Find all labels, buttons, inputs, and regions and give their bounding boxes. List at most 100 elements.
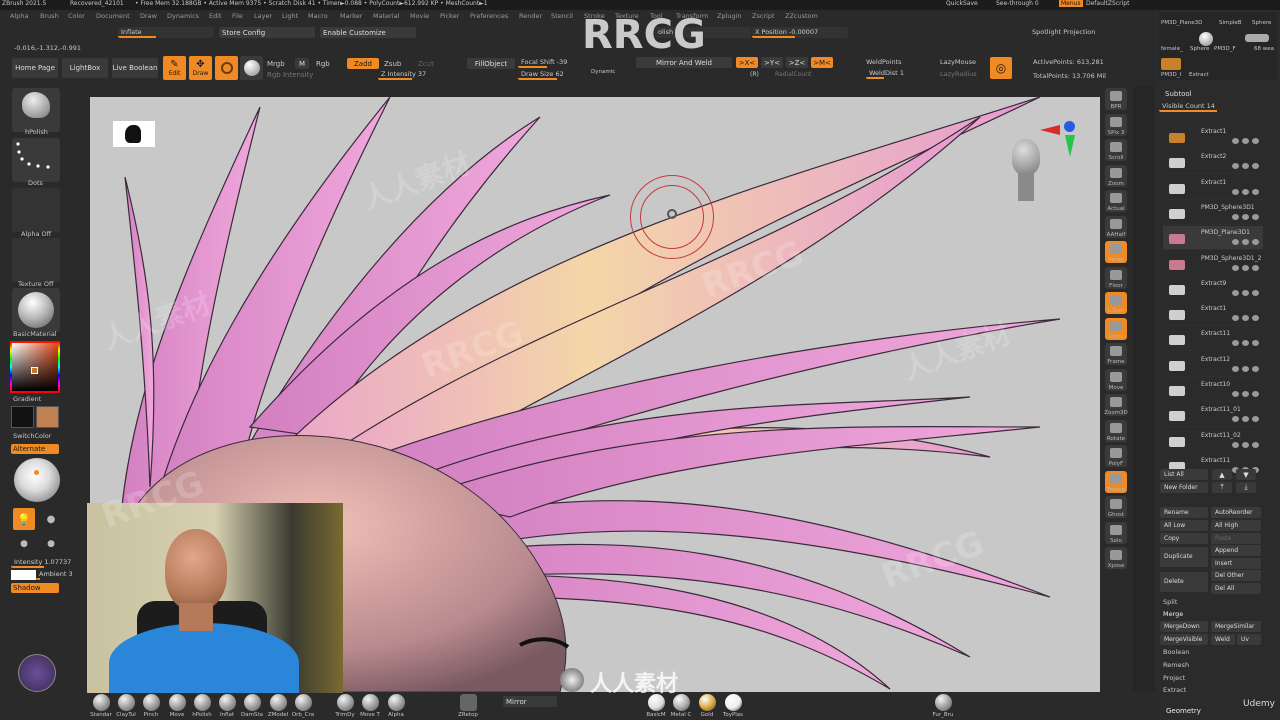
menu-alpha[interactable]: Alpha bbox=[10, 12, 28, 20]
menu-render[interactable]: Render bbox=[519, 12, 542, 20]
fur-brush-button[interactable]: Fur_Bru bbox=[930, 694, 956, 718]
lazy-mouse-button[interactable]: ◎ bbox=[990, 57, 1012, 79]
zadd-toggle[interactable]: Zadd bbox=[347, 58, 379, 69]
weld-dist-slider[interactable]: WeldDist 1 bbox=[866, 68, 926, 79]
visible-count-slider[interactable]: Visible Count 14 bbox=[1159, 101, 1275, 112]
material-sphere-button[interactable] bbox=[240, 56, 263, 80]
eye-icon[interactable] bbox=[1252, 315, 1259, 322]
brush-thumbnail[interactable] bbox=[12, 88, 60, 132]
folder-up-button[interactable]: ⤒ bbox=[1212, 482, 1232, 493]
inflate-slider[interactable]: Inflate bbox=[118, 27, 214, 38]
menu-document[interactable]: Document bbox=[96, 12, 130, 20]
paste-button[interactable]: Paste bbox=[1211, 533, 1261, 544]
light-color-swatch[interactable] bbox=[11, 570, 36, 580]
geometry-section[interactable]: Geometry bbox=[1166, 707, 1201, 715]
edit-button[interactable]: ✎ Edit bbox=[163, 56, 186, 80]
light-1-button[interactable]: 💡 bbox=[13, 508, 35, 530]
light-2-button[interactable]: ● bbox=[40, 508, 62, 530]
move-up-button[interactable]: ▲ bbox=[1212, 469, 1232, 480]
brush-claytul-button[interactable]: ClayTul bbox=[113, 694, 139, 718]
brush-icon[interactable] bbox=[1232, 213, 1239, 220]
shadow-button[interactable]: Shadow bbox=[11, 583, 59, 593]
alpha-thumbnail[interactable] bbox=[12, 188, 60, 232]
enable-customize-button[interactable]: Enable Customize bbox=[320, 27, 416, 38]
brush-damsta-button[interactable]: DamSta bbox=[239, 694, 265, 718]
brush-trimdy-button[interactable]: TrimDy bbox=[332, 694, 358, 718]
eye-icon[interactable] bbox=[1252, 239, 1259, 246]
visibility-icon[interactable] bbox=[1242, 391, 1249, 397]
draw-button[interactable]: ✥ Draw bbox=[189, 56, 212, 80]
brush-icon[interactable] bbox=[1232, 365, 1239, 372]
subtool-row[interactable]: Extract12 bbox=[1163, 353, 1263, 377]
subtool-row[interactable]: Extract1 bbox=[1163, 302, 1263, 327]
rgb-toggle[interactable]: Rgb bbox=[316, 60, 330, 68]
brush-icon[interactable] bbox=[1232, 391, 1239, 397]
eye-icon[interactable] bbox=[1252, 138, 1259, 144]
texture-thumbnail[interactable] bbox=[12, 238, 60, 282]
merge-down-button[interactable]: MergeDown bbox=[1160, 621, 1208, 632]
menu-macro[interactable]: Macro bbox=[308, 12, 328, 20]
new-folder-button[interactable]: New Folder bbox=[1160, 482, 1208, 493]
merge-section[interactable]: Merge bbox=[1163, 610, 1183, 618]
brush-zmodel-button[interactable]: ZModel bbox=[265, 694, 291, 718]
visibility-icon[interactable] bbox=[1242, 138, 1249, 144]
eye-icon[interactable] bbox=[1252, 416, 1259, 423]
live-boolean-button[interactable]: Live Boolean bbox=[112, 58, 158, 78]
subtool-row[interactable]: Extract9 bbox=[1163, 277, 1263, 301]
subtool-row[interactable]: Extract10 bbox=[1163, 378, 1263, 402]
menu-preferences[interactable]: Preferences bbox=[470, 12, 508, 20]
brush-inflat-button[interactable]: Inflat bbox=[214, 694, 240, 718]
brush-move-button[interactable]: Move bbox=[164, 694, 190, 718]
menu-tool[interactable]: Tool bbox=[650, 12, 663, 20]
light-sphere[interactable] bbox=[14, 458, 60, 502]
alternate-button[interactable]: Alternate bbox=[11, 444, 59, 454]
visibility-icon[interactable] bbox=[1242, 416, 1249, 423]
draw-size-slider[interactable]: Draw Size 62 bbox=[518, 69, 588, 80]
zcut-toggle[interactable]: Zcut bbox=[418, 60, 434, 68]
fill-object-button[interactable]: FillObject bbox=[467, 58, 515, 69]
move-down-button[interactable]: ▼ bbox=[1236, 469, 1256, 480]
home-page-button[interactable]: Home Page bbox=[12, 58, 58, 78]
menu-texture[interactable]: Texture bbox=[615, 12, 639, 20]
visibility-icon[interactable] bbox=[1242, 264, 1249, 271]
polish-slider[interactable]: olish bbox=[655, 27, 751, 38]
all-high-button[interactable]: All High bbox=[1211, 520, 1261, 531]
sym-z-toggle[interactable]: >Z< bbox=[786, 57, 808, 68]
del-all-button[interactable]: Del All bbox=[1211, 583, 1261, 594]
menu-marker[interactable]: Marker bbox=[340, 12, 362, 20]
eye-icon[interactable] bbox=[1252, 264, 1259, 271]
eye-icon[interactable] bbox=[1252, 391, 1259, 397]
brush-alpha-button[interactable]: Alpha bbox=[383, 694, 409, 718]
mirror-button[interactable]: Mirror bbox=[503, 696, 557, 707]
m-toggle[interactable]: M bbox=[295, 58, 309, 69]
x-position-slider[interactable]: X Position -0.00007 bbox=[752, 27, 848, 38]
append-button[interactable]: Append bbox=[1211, 545, 1261, 556]
brush-icon[interactable] bbox=[1232, 163, 1239, 170]
remesh-section[interactable]: Remesh bbox=[1163, 661, 1189, 669]
sym-m-toggle[interactable]: >M< bbox=[811, 57, 833, 68]
list-all-button[interactable]: List All bbox=[1160, 469, 1208, 480]
rgb-intensity-slider[interactable]: Rgb Intensity bbox=[267, 71, 313, 79]
light-3-button[interactable]: ● bbox=[13, 534, 35, 554]
main-color-swatch[interactable] bbox=[11, 406, 34, 428]
visibility-icon[interactable] bbox=[1242, 188, 1249, 195]
all-low-button[interactable]: All Low bbox=[1160, 520, 1208, 531]
split-section[interactable]: Split bbox=[1163, 598, 1177, 606]
eye-icon[interactable] bbox=[1252, 441, 1259, 448]
lazy-radius-slider[interactable]: LazyRadius bbox=[940, 70, 977, 78]
mirror-and-weld-button[interactable]: Mirror And Weld bbox=[636, 57, 732, 68]
eye-icon[interactable] bbox=[1252, 163, 1259, 170]
material-toyplas-button[interactable]: ToyPlas bbox=[720, 694, 746, 718]
radial-toggle[interactable]: (R) bbox=[750, 71, 759, 78]
copy-button[interactable]: Copy bbox=[1160, 533, 1208, 544]
zsub-toggle[interactable]: Zsub bbox=[384, 60, 401, 68]
menu-layer[interactable]: Layer bbox=[254, 12, 272, 20]
brush-icon[interactable] bbox=[1232, 315, 1239, 322]
z-intensity-slider[interactable]: Z Intensity 37 bbox=[378, 69, 458, 80]
brush-icon[interactable] bbox=[1232, 441, 1239, 448]
menu-movie[interactable]: Movie bbox=[410, 12, 429, 20]
subtool-row[interactable]: PM3D_Sphere3D1 bbox=[1163, 201, 1263, 225]
auto-reorder-button[interactable]: AutoReorder bbox=[1211, 507, 1261, 518]
visibility-icon[interactable] bbox=[1242, 441, 1249, 448]
visibility-icon[interactable] bbox=[1242, 239, 1249, 246]
